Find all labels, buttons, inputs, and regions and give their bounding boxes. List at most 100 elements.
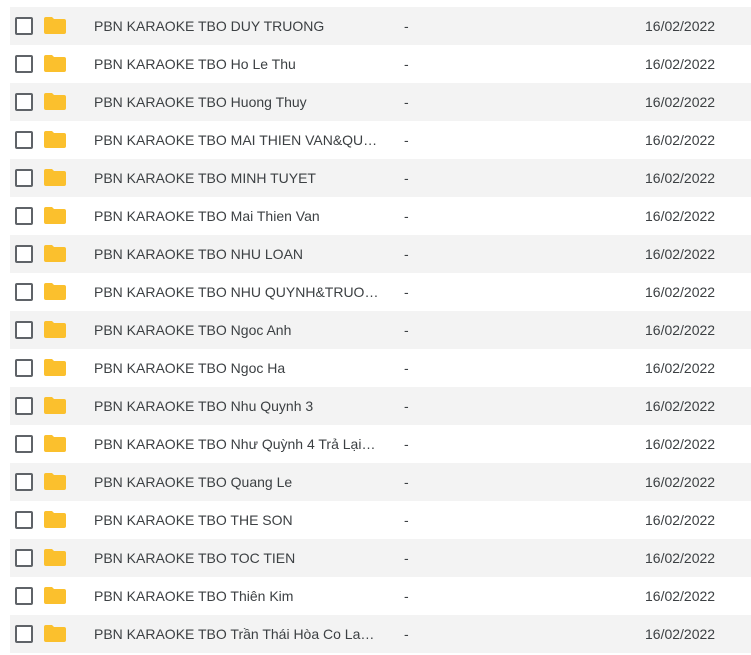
file-name[interactable]: PBN KARAOKE TBO NHU QUYNH&TRUONG… [94, 273, 379, 311]
file-list: PBN KARAOKE TBO DUY TRUONG -16/02/2022 PBN… [0, 0, 751, 655]
file-size: - [404, 94, 409, 110]
row-edge [0, 83, 10, 121]
file-date: 16/02/2022 [645, 56, 716, 72]
file-date: 16/02/2022 [645, 512, 716, 528]
file-name[interactable]: PBN KARAOKE TBO Huong Thuy [94, 83, 379, 121]
file-name[interactable]: PBN KARAOKE TBO Mai Thien Van [94, 197, 379, 235]
file-date: 16/02/2022 [645, 284, 716, 300]
row-checkbox[interactable] [15, 169, 33, 187]
row-edge [0, 273, 10, 311]
file-name[interactable]: PBN KARAOKE TBO Quang Le [94, 463, 379, 501]
file-size: - [404, 550, 409, 566]
file-size: - [404, 588, 409, 604]
row-edge [0, 349, 10, 387]
file-name[interactable]: PBN KARAOKE TBO Ngoc Anh [94, 311, 379, 349]
file-name[interactable]: PBN KARAOKE TBO Thiên Kim [94, 577, 379, 615]
row-checkbox[interactable] [15, 549, 33, 567]
file-row[interactable]: PBN KARAOKE TBO THE SON - 16/02/2022 [0, 501, 751, 539]
file-size: - [404, 436, 409, 452]
file-date: 16/02/2022 [645, 398, 716, 414]
file-name[interactable]: PBN KARAOKE TBO Ho Le Thu [94, 45, 379, 83]
file-date: 16/02/2022 [645, 246, 716, 262]
file-date: 16/02/2022 [645, 626, 716, 642]
row-edge [0, 121, 10, 159]
row-checkbox[interactable] [15, 397, 33, 415]
file-name[interactable]: PBN KARAOKE TBO DUY TRUONG [94, 7, 379, 45]
row-checkbox[interactable] [15, 435, 33, 453]
file-row[interactable]: PBN KARAOKE TBO TOC TIEN - 16/02/2022 [0, 539, 751, 577]
file-size: - [404, 322, 409, 338]
folder-icon [44, 55, 66, 72]
file-row[interactable]: PBN KARAOKE TBO Ngoc Ha - 16/02/2022 [0, 349, 751, 387]
file-row[interactable]: PBN KARAOKE TBO MAI THIEN VAN&QUA… - 16/02… [0, 121, 751, 159]
folder-icon [44, 473, 66, 490]
row-checkbox[interactable] [15, 359, 33, 377]
file-size: - [404, 18, 409, 34]
file-date: 16/02/2022 [645, 550, 716, 566]
file-row[interactable]: PBN KARAOKE TBO DUY TRUONG - 16/02/2022 [0, 7, 751, 45]
folder-icon [44, 245, 66, 262]
file-row[interactable]: PBN KARAOKE TBO Nhu Quynh 3 - 16/02/2022 [0, 387, 751, 425]
file-name[interactable]: PBN KARAOKE TBO NHU LOAN [94, 235, 379, 273]
file-name[interactable]: PBN KARAOKE TBO Ngoc Ha [94, 349, 379, 387]
file-row[interactable]: PBN KARAOKE TBO Mai Thien Van - 16/02/2022 [0, 197, 751, 235]
file-size: - [404, 56, 409, 72]
file-size: - [404, 626, 409, 642]
file-row[interactable]: PBN KARAOKE TBO Như Quỳnh 4 Trả Lại Th… -… [0, 425, 751, 463]
row-edge [0, 577, 10, 615]
row-checkbox[interactable] [15, 321, 33, 339]
row-edge [0, 235, 10, 273]
file-date: 16/02/2022 [645, 208, 716, 224]
file-size: - [404, 398, 409, 414]
row-checkbox[interactable] [15, 625, 33, 643]
file-row[interactable]: PBN KARAOKE TBO Ngoc Anh - 16/02/2022 [0, 311, 751, 349]
file-name[interactable]: PBN KARAOKE TBO TOC TIEN [94, 539, 379, 577]
file-name[interactable]: PBN KARAOKE TBO Như Quỳnh 4 Trả Lại Th… [94, 425, 379, 463]
file-row[interactable]: PBN KARAOKE TBO Huong Thuy - 16/02/2022 [0, 83, 751, 121]
folder-icon [44, 131, 66, 148]
row-checkbox[interactable] [15, 17, 33, 35]
folder-icon [44, 169, 66, 186]
row-checkbox[interactable] [15, 283, 33, 301]
row-edge [0, 311, 10, 349]
folder-icon [44, 283, 66, 300]
file-name[interactable]: PBN KARAOKE TBO MINH TUYET [94, 159, 379, 197]
file-name[interactable]: PBN KARAOKE TBO MAI THIEN VAN&QUA… [94, 121, 379, 159]
row-checkbox[interactable] [15, 93, 33, 111]
folder-icon [44, 511, 66, 528]
folder-icon [44, 17, 66, 34]
file-date: 16/02/2022 [645, 588, 716, 604]
file-row[interactable]: PBN KARAOKE TBO Thiên Kim - 16/02/2022 [0, 577, 751, 615]
row-checkbox[interactable] [15, 245, 33, 263]
file-size: - [404, 360, 409, 376]
row-edge [0, 501, 10, 539]
row-checkbox[interactable] [15, 131, 33, 149]
file-date: 16/02/2022 [645, 436, 716, 452]
row-edge [0, 197, 10, 235]
folder-icon [44, 359, 66, 376]
row-checkbox[interactable] [15, 207, 33, 225]
row-edge [0, 7, 10, 45]
file-row[interactable]: PBN KARAOKE TBO Ho Le Thu - 16/02/2022 [0, 45, 751, 83]
folder-icon [44, 587, 66, 604]
row-checkbox[interactable] [15, 511, 33, 529]
file-name[interactable]: PBN KARAOKE TBO Trần Thái Hòa Co Lang … [94, 615, 379, 653]
file-name[interactable]: PBN KARAOKE TBO THE SON [94, 501, 379, 539]
file-row[interactable]: PBN KARAOKE TBO NHU QUYNH&TRUONG… - 16/02/… [0, 273, 751, 311]
file-row[interactable]: PBN KARAOKE TBO NHU LOAN - 16/02/2022 [0, 235, 751, 273]
row-edge [0, 425, 10, 463]
row-checkbox[interactable] [15, 55, 33, 73]
file-name[interactable]: PBN KARAOKE TBO Nhu Quynh 3 [94, 387, 379, 425]
file-size: - [404, 512, 409, 528]
file-size: - [404, 246, 409, 262]
file-row[interactable]: PBN KARAOKE TBO MINH TUYET - 16/02/2022 [0, 159, 751, 197]
row-checkbox[interactable] [15, 473, 33, 491]
file-date: 16/02/2022 [645, 94, 716, 110]
file-row[interactable]: PBN KARAOKE TBO Quang Le - 16/02/2022 [0, 463, 751, 501]
folder-icon [44, 625, 66, 642]
row-checkbox[interactable] [15, 587, 33, 605]
file-row[interactable]: PBN KARAOKE TBO Trần Thái Hòa Co Lang … -… [0, 615, 751, 653]
folder-icon [44, 321, 66, 338]
file-date: 16/02/2022 [645, 322, 716, 338]
file-size: - [404, 284, 409, 300]
